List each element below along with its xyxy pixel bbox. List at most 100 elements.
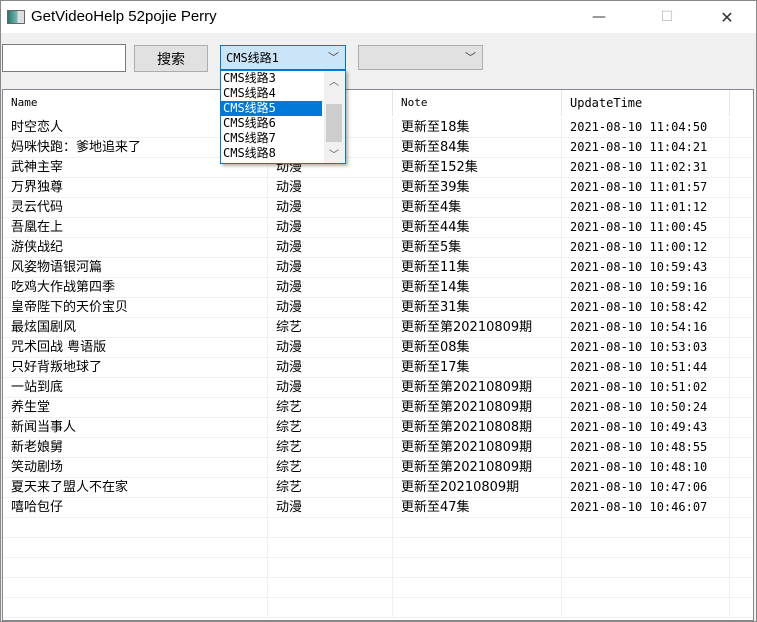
dropdown-option[interactable]: CMS线路6 [221,116,322,131]
close-button[interactable]: ✕ [704,1,750,33]
table-row[interactable]: 只好背叛地球了 动漫 更新至17集 2021-08-10 10:51:44 [3,358,753,378]
empty-cell [730,518,753,538]
table-row[interactable]: 吾凰在上 动漫 更新至44集 2021-08-10 11:00:45 [3,218,753,238]
table-row[interactable]: 最炫国剧风 综艺 更新至第20210809期 2021-08-10 10:54:16 [3,318,753,338]
cell-updatetime: 2021-08-10 11:00:45 [562,218,730,238]
header-filler [730,90,753,116]
empty-cell [393,558,562,578]
app-icon [7,10,25,24]
table-row[interactable]: 夏天来了盟人不在家 综艺 更新至20210809期 2021-08-10 10:47:… [3,478,753,498]
cell-filler [730,258,753,278]
cell-note: 更新至17集 [393,358,562,378]
table-row[interactable]: 万界独尊 动漫 更新至39集 2021-08-10 11:01:57 [3,178,753,198]
search-input[interactable] [2,44,126,72]
table-row[interactable]: 新闻当事人 综艺 更新至第20210808期 2021-08-10 10:49:43 [3,418,753,438]
table-row[interactable]: 妈咪快跑：爹地追来了 更新至84集 2021-08-10 11:04:21 [3,138,753,158]
scrollbar-thumb[interactable] [326,104,342,142]
source-dropdown-list[interactable]: CMS线路3 CMS线路4 CMS线路5 CMS线路6 CMS线路7 CMS线路8 ︿ ﹀ [220,70,346,164]
cell-updatetime: 2021-08-10 10:58:42 [562,298,730,318]
cell-updatetime: 2021-08-10 10:51:02 [562,378,730,398]
chevron-up-icon[interactable]: ︿ [324,73,344,88]
cell-filler [730,398,753,418]
cell-filler [730,318,753,338]
cell-updatetime: 2021-08-10 11:00:12 [562,238,730,258]
table-row[interactable]: 时空恋人 更新至18集 2021-08-10 11:04:50 [3,118,753,138]
cell-note: 更新至11集 [393,258,562,278]
table-row[interactable]: 养生堂 综艺 更新至第20210809期 2021-08-10 10:50:24 [3,398,753,418]
cell-type: 动漫 [268,358,393,378]
cell-type: 动漫 [268,298,393,318]
cell-filler [730,418,753,438]
cell-note: 更新至18集 [393,118,562,138]
cell-name: 养生堂 [3,398,268,418]
cell-filler [730,378,753,398]
dropdown-option[interactable]: CMS线路7 [221,131,322,146]
empty-cell [730,558,753,578]
empty-cell [730,578,753,598]
cell-type: 综艺 [268,398,393,418]
maximize-button[interactable]: ☐ [644,1,690,33]
cell-filler [730,118,753,138]
empty-row [3,558,753,578]
cell-note: 更新至第20210809期 [393,398,562,418]
cell-note: 更新至08集 [393,338,562,358]
cell-filler [730,338,753,358]
cell-updatetime: 2021-08-10 10:46:07 [562,498,730,518]
cell-updatetime: 2021-08-10 11:04:21 [562,138,730,158]
table-row[interactable]: 咒术回战 粤语版 动漫 更新至08集 2021-08-10 10:53:03 [3,338,753,358]
table-row[interactable]: 吃鸡大作战第四季 动漫 更新至14集 2021-08-10 10:59:16 [3,278,753,298]
cell-updatetime: 2021-08-10 10:48:10 [562,458,730,478]
cell-updatetime: 2021-08-10 10:54:16 [562,318,730,338]
header-updatetime[interactable]: UpdateTime [562,90,730,116]
table-row[interactable]: 灵云代码 动漫 更新至4集 2021-08-10 11:01:12 [3,198,753,218]
chevron-down-icon[interactable]: ﹀ [324,146,344,161]
table-row[interactable]: 风姿物语银河篇 动漫 更新至11集 2021-08-10 10:59:43 [3,258,753,278]
cell-name: 游侠战纪 [3,238,268,258]
cell-name: 风姿物语银河篇 [3,258,268,278]
cell-filler [730,278,753,298]
cell-note: 更新至47集 [393,498,562,518]
empty-cell [3,598,268,618]
table-row[interactable]: 新老娘舅 综艺 更新至第20210809期 2021-08-10 10:48:55 [3,438,753,458]
secondary-select[interactable]: ﹀ [358,45,483,70]
cell-type: 动漫 [268,258,393,278]
table-row[interactable]: 嘻哈包仔 动漫 更新至47集 2021-08-10 10:46:07 [3,498,753,518]
cell-note: 更新至31集 [393,298,562,318]
dropdown-option[interactable]: CMS线路5 [221,101,322,116]
cell-filler [730,358,753,378]
table-row[interactable]: 皇帝陛下的天价宝贝 动漫 更新至31集 2021-08-10 10:58:42 [3,298,753,318]
cell-filler [730,498,753,518]
table-row[interactable]: 游侠战纪 动漫 更新至5集 2021-08-10 11:00:12 [3,238,753,258]
dropdown-scrollbar[interactable]: ︿ ﹀ [324,71,344,163]
cell-type: 动漫 [268,198,393,218]
cell-type: 动漫 [268,238,393,258]
cell-type: 综艺 [268,438,393,458]
cell-name: 咒术回战 粤语版 [3,338,268,358]
empty-cell [393,538,562,558]
dropdown-option[interactable]: CMS线路4 [221,86,322,101]
cell-note: 更新至第20210808期 [393,418,562,438]
search-button[interactable]: 搜索 [134,45,208,72]
header-note[interactable]: Note [393,90,562,116]
cell-filler [730,178,753,198]
empty-cell [393,578,562,598]
source-select[interactable]: CMS线路1 ﹀ [220,45,346,70]
minimize-button[interactable]: — [576,1,622,33]
empty-cell [268,578,393,598]
cell-note: 更新至20210809期 [393,478,562,498]
empty-cell [393,598,562,618]
cell-note: 更新至39集 [393,178,562,198]
dropdown-option[interactable]: CMS线路8 [221,146,322,161]
table-row[interactable]: 武神主宰 动漫 更新至152集 2021-08-10 11:02:31 [3,158,753,178]
dropdown-option[interactable]: CMS线路3 [221,71,322,86]
table-row[interactable]: 一站到底 动漫 更新至第20210809期 2021-08-10 10:51:02 [3,378,753,398]
cell-updatetime: 2021-08-10 11:01:12 [562,198,730,218]
cell-updatetime: 2021-08-10 10:53:03 [562,338,730,358]
empty-cell [268,598,393,618]
empty-row [3,598,753,618]
empty-row [3,538,753,558]
empty-cell [268,558,393,578]
empty-cell [3,518,268,538]
cell-type: 综艺 [268,318,393,338]
table-row[interactable]: 笑动剧场 综艺 更新至第20210809期 2021-08-10 10:48:10 [3,458,753,478]
